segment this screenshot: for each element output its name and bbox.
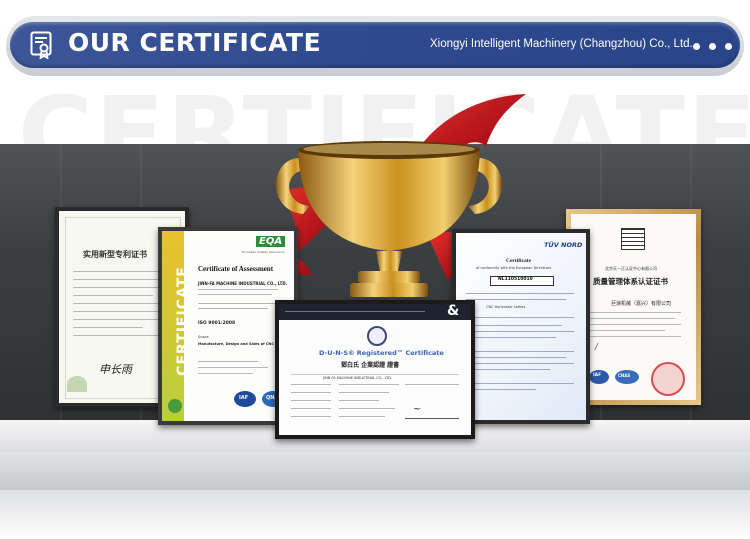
- tuv-subtitle: of conformity with the European Directiv…: [476, 266, 552, 270]
- quality-org: 北京天一正认证中心有限公司: [605, 266, 657, 271]
- tuv-number: NL110510010: [498, 277, 533, 282]
- certificate-duns: & D-U-N-S® Registered™ Certificate 鄧白氏 企…: [275, 300, 475, 439]
- duns-ampersand-icon: &: [447, 304, 460, 319]
- duns-company: JINN FA MACHINE INDUSTRIAL CO., LTD.: [323, 376, 393, 380]
- tuv-product: CNC Horizontal Lathes: [486, 305, 526, 309]
- duns-signature: ~: [413, 404, 422, 415]
- tuv-title: Certificate: [506, 258, 532, 264]
- assessment-stamp: [168, 399, 182, 413]
- duns-title: D-U-N-S® Registered™ Certificate: [319, 349, 444, 357]
- patent-title: 实用新型专利证书: [83, 250, 147, 259]
- duns-seal: [367, 326, 387, 346]
- assessment-title: Certificate of Assessment: [198, 265, 274, 273]
- assessment-side-label: CERTIFICATE: [174, 266, 191, 376]
- stage-front: [0, 452, 750, 490]
- header-banner: OUR CERTIFICATE Xiongyi Intelligent Mach…: [10, 22, 740, 68]
- eqa-logo-sub: European Quality Assurance: [242, 250, 285, 254]
- quality-red-stamp: [651, 362, 685, 396]
- quality-company: 巨浪机械（嘉兴）有限公司: [611, 301, 672, 307]
- more-dots-icon: [693, 43, 737, 51]
- duns-title-cn: 鄧白氏 企業認證 證書: [341, 362, 400, 369]
- quality-title: 质量管理体系认证证书: [593, 277, 668, 286]
- assessment-company: JINN-FA MACHINE INDUSTRIAL CO., LTD.: [198, 281, 288, 286]
- company-name: Xiongyi Intelligent Machinery (Changzhou…: [430, 38, 693, 50]
- stage-shadow: [0, 490, 750, 539]
- assessment-standard: ISO 9001:2008: [198, 321, 236, 326]
- duns-top-band: [279, 304, 471, 320]
- certificate-icon: [30, 31, 52, 59]
- eqa-logo: EQA: [256, 236, 286, 247]
- page-title: OUR CERTIFICATE: [68, 28, 322, 57]
- patent-signature: 申长雨: [99, 363, 132, 376]
- assessment-scope-label: Scope: [198, 335, 209, 339]
- tuv-logo: TÜV NORD: [544, 241, 583, 249]
